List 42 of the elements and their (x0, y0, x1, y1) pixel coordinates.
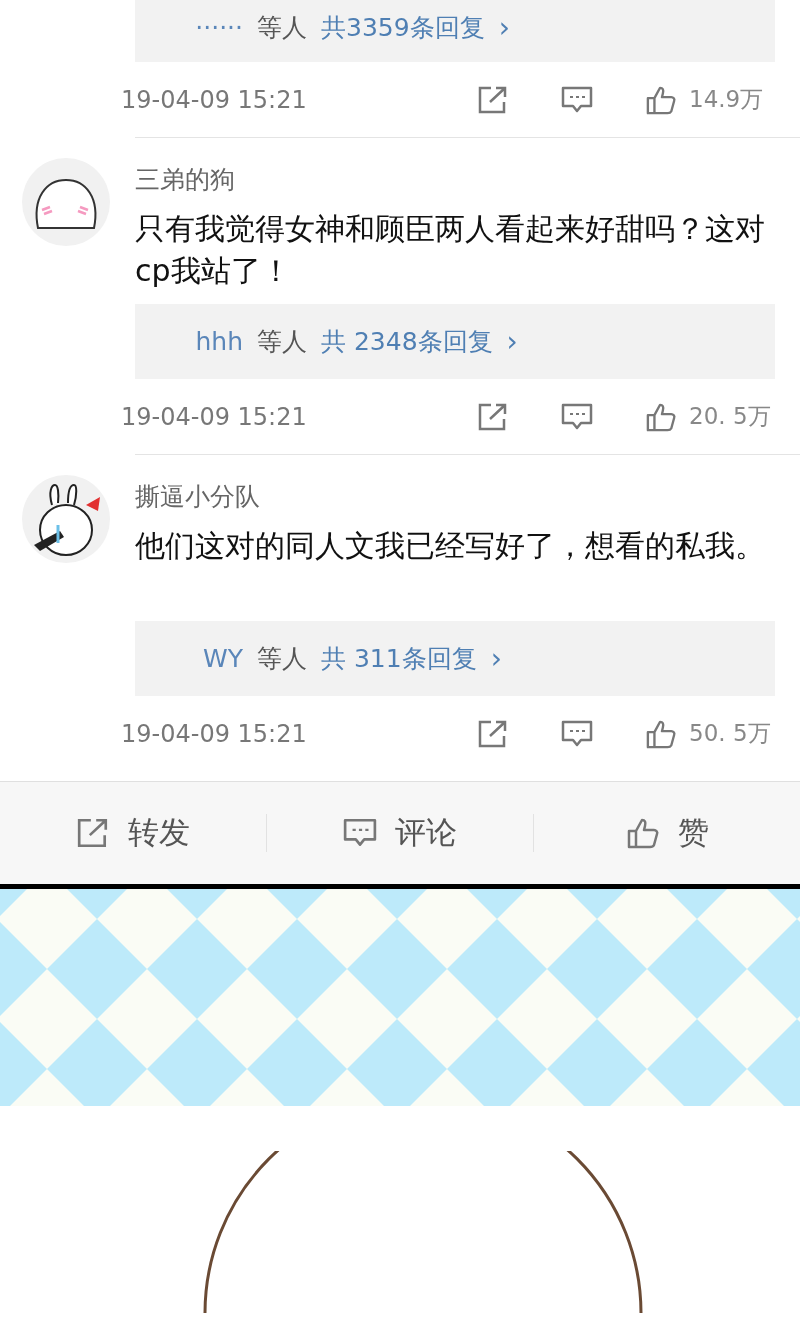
rabbit-icon[interactable] (22, 475, 110, 563)
comment-text: 他们这对的同人文我已经写好了，想看的私我。 (135, 527, 765, 565)
like-count: 20. 5万 (689, 402, 771, 431)
replier-names: WY (202, 644, 243, 673)
replies-panel[interactable]: hhh 等人 共 2348条回复 › (135, 304, 775, 379)
timestamp: 19-04-09 15:21 (121, 85, 308, 114)
share-icon[interactable] (76, 817, 110, 849)
reply-count-link[interactable]: 共 2348条回复 (321, 325, 493, 358)
replier-names: hhh (194, 327, 243, 356)
like-count: 50. 5万 (689, 719, 771, 748)
reply-count-link[interactable]: 共3359条回复 (321, 10, 485, 44)
comment-icon[interactable] (561, 718, 593, 749)
thumbs-up-icon[interactable] (625, 817, 660, 849)
action-button[interactable]: 评论 (267, 803, 533, 863)
timestamp: 19-04-09 15:21 (121, 719, 308, 748)
share-icon[interactable] (477, 84, 509, 115)
user-name[interactable]: 撕逼小分队 (135, 475, 775, 519)
replier-suffix: 等人 (257, 11, 307, 44)
replies-panel[interactable]: ······ 等人 共3359条回复 › (135, 0, 775, 62)
replier-suffix: 等人 (257, 326, 307, 358)
user-name[interactable]: 三弟的狗 (135, 158, 775, 202)
comment-text: 只有我觉得女神和顾臣两人看起来好甜吗？这对cp我站了！ (135, 210, 765, 290)
replier-names: ······ (194, 12, 243, 42)
thumbs-up-icon[interactable] (645, 84, 677, 115)
action-button[interactable]: 转发 (0, 803, 266, 863)
like-count: 14.9万 (689, 85, 764, 114)
replier-suffix: 等人 (257, 643, 307, 675)
thumbs-up-icon[interactable] (645, 718, 677, 749)
thumbs-up-icon[interactable] (645, 401, 677, 432)
chevron-icon: › (498, 10, 510, 44)
replies-panel[interactable]: WY 等人 共 311条回复 › (135, 621, 775, 696)
avatar-icon[interactable] (22, 158, 110, 246)
timestamp: 19-04-09 15:21 (121, 402, 308, 431)
share-icon[interactable] (477, 718, 509, 749)
reply-count-link[interactable]: 共 311条回复 (321, 642, 477, 675)
comment-icon[interactable] (561, 401, 593, 432)
chevron-icon: › (506, 325, 518, 358)
action-button[interactable]: 赞 (534, 803, 800, 863)
share-icon[interactable] (477, 401, 509, 432)
comment-icon[interactable] (561, 84, 593, 115)
chevron-icon: › (490, 642, 502, 675)
comment-icon[interactable] (343, 817, 377, 849)
